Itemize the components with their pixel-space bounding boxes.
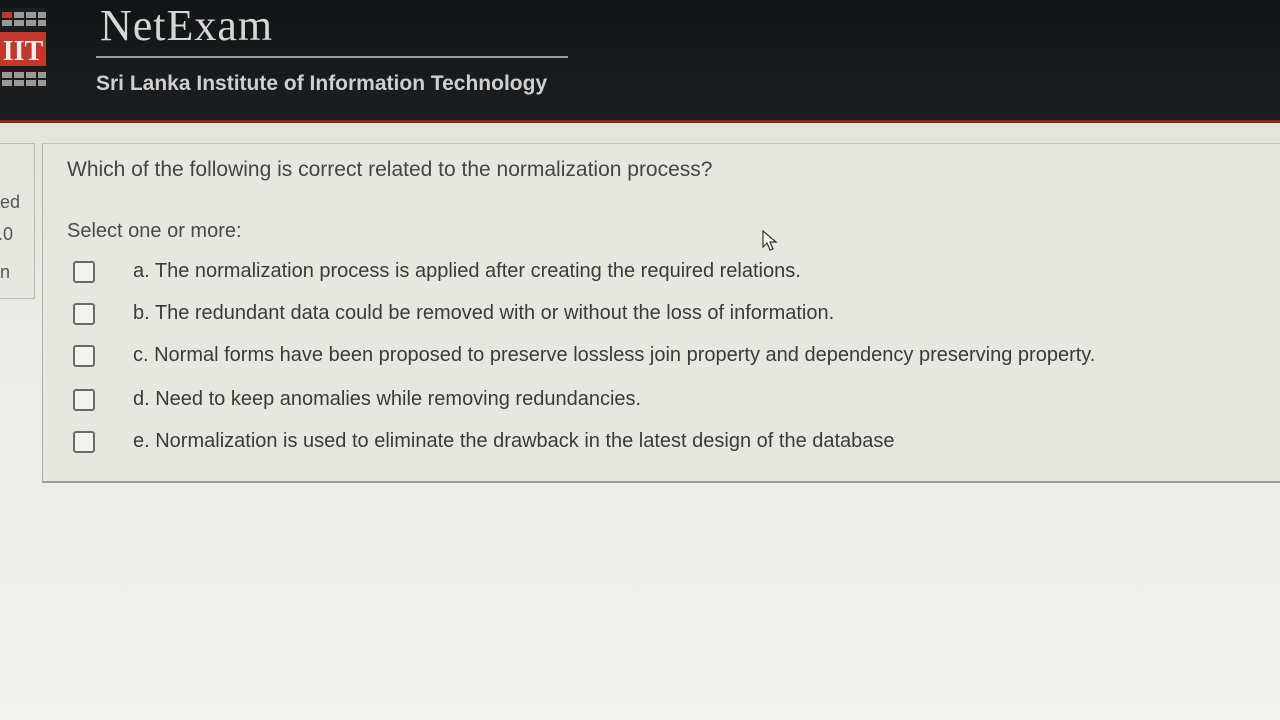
app-header: IIT NetExam Sri Lanka Institute of Infor… xyxy=(0,0,1280,123)
option-label-d: d. Need to keep anomalies while removing… xyxy=(133,388,642,410)
option-label-b: b. The redundant data could be removed w… xyxy=(133,302,835,324)
question-box: Which of the following is correct relate… xyxy=(42,143,1280,483)
option-a[interactable]: a. The normalization process is applied … xyxy=(73,260,801,283)
info-fragment-2: .0 xyxy=(0,224,14,244)
info-fragment-3: n xyxy=(0,262,11,282)
checkbox-c[interactable] xyxy=(73,344,95,367)
institute-name: Sri Lanka Institute of Information Techn… xyxy=(96,72,548,95)
option-e[interactable]: e. Normalization is used to eliminate th… xyxy=(73,430,895,453)
checkbox-a[interactable] xyxy=(73,260,95,283)
option-d[interactable]: d. Need to keep anomalies while removing… xyxy=(73,388,641,411)
checkbox-d[interactable] xyxy=(73,388,95,411)
select-prompt: Select one or more: xyxy=(67,220,242,242)
option-c[interactable]: c. Normal forms have been proposed to pr… xyxy=(73,344,1095,367)
mouse-pointer-icon xyxy=(762,230,778,251)
option-b[interactable]: b. The redundant data could be removed w… xyxy=(73,302,834,325)
checkbox-e[interactable] xyxy=(73,430,95,453)
option-label-e: e. Normalization is used to eliminate th… xyxy=(133,430,895,452)
main-content: ed .0 n Which of the following is correc… xyxy=(0,123,1280,720)
question-text: Which of the following is correct relate… xyxy=(67,158,713,181)
brand-divider xyxy=(96,56,568,58)
option-label-c: c. Normal forms have been proposed to pr… xyxy=(133,344,1096,366)
app-brand: NetExam xyxy=(100,1,274,50)
sliit-logo-icon: IIT xyxy=(0,8,46,96)
info-fragment-1: ed xyxy=(0,192,21,212)
question-info-panel: ed .0 n xyxy=(0,143,35,299)
svg-text:IIT: IIT xyxy=(3,36,44,67)
checkbox-b[interactable] xyxy=(73,302,95,325)
option-label-a: a. The normalization process is applied … xyxy=(133,260,801,282)
